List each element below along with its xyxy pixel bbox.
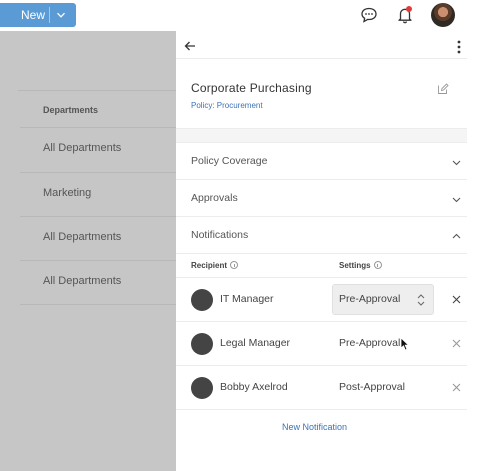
select-arrows-icon (417, 294, 425, 306)
remove-icon[interactable] (452, 295, 461, 304)
new-button-label: New (21, 8, 46, 22)
settings-select-value: Pre-Approval (339, 293, 401, 305)
recipient-setting[interactable]: Pre-Approval (339, 337, 400, 349)
policy-link[interactable]: Policy: Procurement (191, 101, 263, 110)
recipient-header-label: Recipient (191, 261, 228, 270)
chevron-down-icon[interactable] (452, 158, 461, 167)
sidebar-item[interactable]: Marketing (20, 172, 176, 216)
avatar (191, 333, 213, 355)
settings-select[interactable]: Pre-Approval (332, 284, 434, 315)
recipient-name: IT Manager (220, 293, 274, 305)
sidebar-header-area (18, 31, 176, 91)
new-button[interactable]: New (0, 3, 76, 27)
chat-icon[interactable] (359, 5, 379, 25)
settings-header-label: Settings (339, 261, 371, 270)
section-label: Approvals (191, 192, 238, 204)
edit-icon[interactable] (437, 83, 449, 95)
section-notifications[interactable]: Notifications (176, 217, 467, 254)
section-approvals[interactable]: Approvals (176, 180, 467, 217)
notifications-column-headers: Recipient Settings (176, 254, 467, 278)
panel-header (176, 31, 467, 59)
policy-detail-panel: Corporate Purchasing Policy: Procurement… (176, 31, 467, 471)
remove-icon[interactable] (452, 383, 461, 392)
divider (20, 304, 176, 305)
recipient-name: Bobby Axelrod (220, 381, 288, 393)
sidebar-item-label: Marketing (43, 187, 92, 199)
recipient-row: Bobby Axelrod Post-Approval (176, 366, 467, 410)
notification-dot (406, 6, 412, 12)
settings-column-header: Settings (339, 261, 382, 270)
new-notification-link[interactable]: New Notification (282, 422, 347, 432)
new-button-divider (49, 7, 50, 23)
user-avatar[interactable] (431, 3, 455, 27)
sidebar-item[interactable]: All Departments (20, 216, 176, 260)
top-bar: New (0, 0, 487, 31)
recipient-row: Legal Manager Pre-Approval (176, 322, 467, 366)
recipient-row: IT Manager Pre-Approval (176, 278, 467, 322)
mouse-cursor-icon (400, 337, 410, 351)
back-arrow-icon[interactable] (184, 40, 196, 52)
sidebar-item[interactable]: All Departments (20, 127, 176, 171)
sidebar-item-label: All Departments (43, 142, 122, 154)
info-icon[interactable] (230, 261, 239, 269)
more-options-icon[interactable] (457, 40, 461, 54)
recipient-name: Legal Manager (220, 337, 291, 349)
chevron-up-icon[interactable] (452, 232, 461, 241)
avatar (191, 377, 213, 399)
departments-header: Departments (43, 105, 99, 115)
bell-icon[interactable] (395, 5, 415, 25)
section-policy-coverage[interactable]: Policy Coverage (176, 143, 467, 180)
sidebar-item[interactable]: All Departments (20, 260, 176, 304)
section-label: Policy Coverage (191, 155, 268, 167)
chevron-down-icon[interactable] (56, 10, 66, 20)
avatar (191, 289, 213, 311)
info-icon[interactable] (373, 261, 382, 269)
recipient-column-header: Recipient (191, 261, 239, 270)
departments-sidebar: Departments All Departments Marketing Al… (0, 31, 176, 471)
recipient-setting[interactable]: Post-Approval (339, 381, 405, 393)
right-margin (467, 31, 487, 471)
sidebar-item-label: All Departments (43, 231, 122, 243)
section-spacer (176, 128, 467, 143)
remove-icon[interactable] (452, 339, 461, 348)
page-title: Corporate Purchasing (191, 81, 312, 95)
section-label: Notifications (191, 229, 249, 241)
chevron-down-icon[interactable] (452, 195, 461, 204)
sidebar-item-label: All Departments (43, 275, 122, 287)
